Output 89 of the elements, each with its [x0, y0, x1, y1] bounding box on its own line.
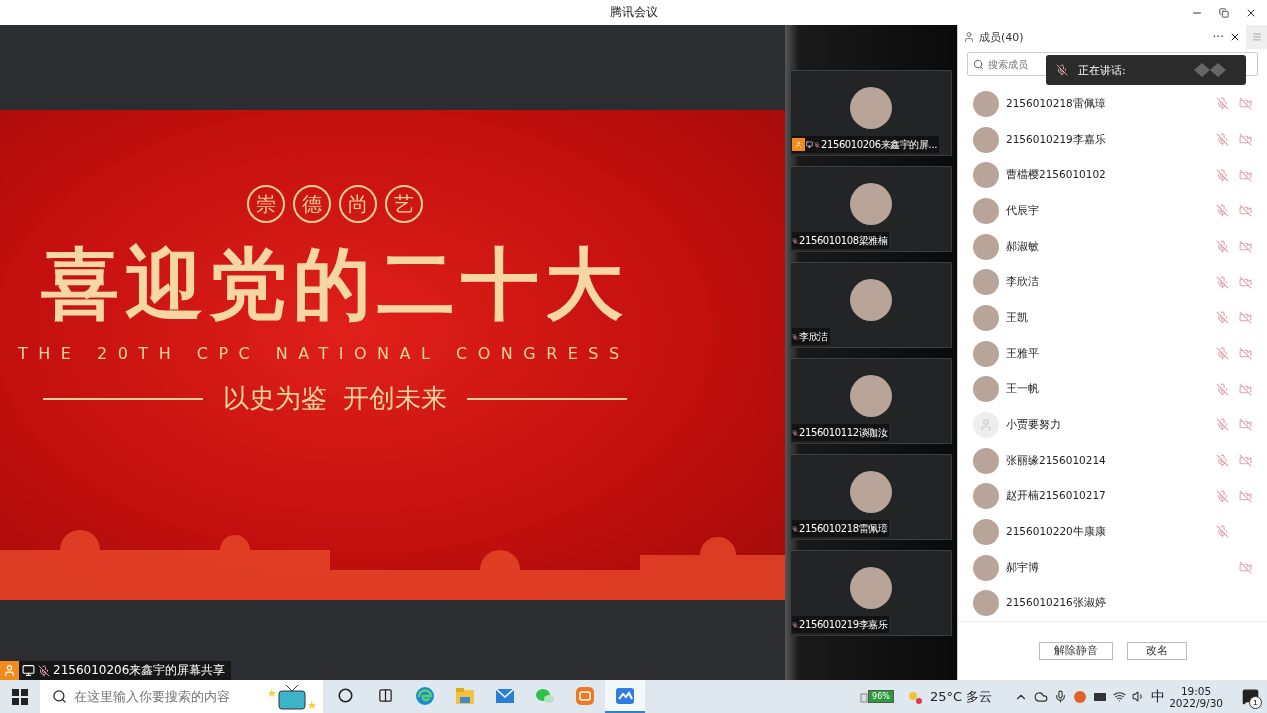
- cloud-icon[interactable]: [1034, 689, 1049, 704]
- participant-name: 2156010219李嘉乐: [799, 617, 888, 632]
- weather-text: 25°C 多云: [929, 687, 993, 706]
- member-name: 代辰宇: [1006, 203, 1040, 218]
- microphone-icon[interactable]: [1054, 690, 1068, 703]
- panel-button[interactable]: 改名: [1126, 642, 1187, 660]
- participant-name: 2156010112谈咖汝: [799, 425, 888, 440]
- member-name: 小贾要努力: [1006, 417, 1062, 432]
- panel-button[interactable]: 解除静音: [1038, 642, 1113, 660]
- slide-subtitle: THE 20TH CPC NATIONAL CONGRESS: [18, 344, 630, 363]
- participant-tile[interactable]: 2156010112谈咖汝: [790, 358, 952, 444]
- member-row[interactable]: 2156010216张淑婷: [958, 585, 1267, 622]
- member-row[interactable]: 小贾要努力: [958, 407, 1267, 443]
- task-view-icon[interactable]: [377, 688, 393, 703]
- slide-headline: 喜迎党的二十大: [41, 237, 629, 331]
- notification-button[interactable]: 1: [1233, 680, 1267, 713]
- member-row[interactable]: 曹檔樱2156010102: [958, 157, 1267, 193]
- tv-illustration: [267, 683, 317, 711]
- slide-slogan: 以史为鉴 开创未来: [222, 382, 448, 415]
- member-name: 王凯: [1006, 310, 1029, 325]
- member-name: 郝淑敏: [1006, 239, 1040, 254]
- person-icon: [963, 31, 975, 43]
- avatar-photo: [850, 87, 892, 129]
- member-row[interactable]: 李欣洁: [958, 264, 1267, 301]
- windows-logo-icon[interactable]: [12, 688, 28, 705]
- member-name: 王一帆: [1006, 382, 1040, 397]
- battery-indicator: 96%: [868, 690, 894, 703]
- taskbar-app-button[interactable]: [605, 680, 645, 713]
- input-method-indicator[interactable]: 中: [1151, 687, 1166, 706]
- member-name: 曹檔樱2156010102: [1006, 168, 1107, 183]
- member-name: 郝宇博: [1006, 560, 1040, 575]
- avatar-photo: [850, 279, 892, 321]
- member-name: 李欣洁: [1006, 275, 1040, 290]
- more-button[interactable]: ···: [1212, 30, 1224, 44]
- member-row[interactable]: 2156010220牛康康: [958, 514, 1267, 550]
- member-row[interactable]: 张丽缘2156010214: [958, 442, 1267, 479]
- wifi-icon[interactable]: [1113, 690, 1127, 703]
- avatar-photo: [850, 567, 892, 609]
- member-row[interactable]: 王一帆: [958, 371, 1267, 408]
- participant-name: 2156010218雷佩璋: [799, 521, 888, 536]
- panel-title: 成员(40): [979, 29, 1025, 45]
- member-row[interactable]: 2156010218雷佩璋: [958, 86, 1267, 122]
- member-name: 2156010218雷佩璋: [1006, 96, 1107, 111]
- member-row[interactable]: 王雅平: [958, 335, 1267, 372]
- participant-name: 李欣洁: [799, 329, 828, 344]
- browser-icon: [415, 685, 435, 706]
- participant-name: 2156010108梁雅楠: [799, 233, 888, 248]
- motto-character: 崇: [247, 185, 285, 223]
- participant-tile[interactable]: 李欣洁: [790, 262, 952, 348]
- motto-character: 尚: [339, 185, 377, 223]
- member-row[interactable]: 郝宇博: [958, 549, 1267, 586]
- folder-icon: [455, 686, 475, 705]
- notification-count: 1: [1249, 696, 1262, 709]
- participant-name: 2156010206来鑫宇的屏...: [821, 137, 937, 152]
- avatar-photo: [850, 471, 892, 513]
- muted-mic-icon: [1056, 64, 1068, 76]
- mail-icon: [495, 687, 515, 704]
- taskbar-search-field[interactable]: 在这里输入你要搜索的内容: [40, 680, 323, 713]
- member-row[interactable]: 王凯: [958, 300, 1267, 336]
- member-name: 赵开楠2156010217: [1006, 489, 1107, 504]
- close-icon[interactable]: [1229, 31, 1241, 43]
- member-name: 张丽缘2156010214: [1006, 453, 1107, 468]
- avatar-photo: [850, 183, 892, 225]
- member-row[interactable]: 郝淑敏: [958, 228, 1267, 265]
- member-name: 王雅平: [1006, 346, 1040, 361]
- member-name: 2156010216张淑婷: [1006, 596, 1107, 611]
- avatar-photo: [850, 375, 892, 417]
- member-row[interactable]: 代辰宇: [958, 193, 1267, 229]
- restore-icon[interactable]: [1219, 7, 1229, 18]
- participant-tile[interactable]: 2156010108梁雅楠: [790, 166, 952, 252]
- plug-icon: [860, 690, 869, 703]
- chat-icon: [535, 686, 555, 705]
- motto-character: 艺: [385, 185, 423, 223]
- participant-tile[interactable]: 2156010206来鑫宇的屏...: [790, 70, 952, 156]
- presenter-label: 2156010206来鑫宇的屏幕共享: [53, 662, 226, 679]
- member-row[interactable]: 2156010219李嘉乐: [958, 121, 1267, 158]
- participant-tile[interactable]: 2156010218雷佩璋: [790, 454, 952, 540]
- meeting-app-icon: [615, 686, 635, 705]
- video-app-icon: [575, 685, 595, 706]
- member-row[interactable]: 赵开楠2156010217: [958, 478, 1267, 515]
- motto-character: 德: [293, 185, 331, 223]
- window-title: 腾讯会议: [609, 4, 658, 21]
- member-name: 2156010220牛康康: [1006, 524, 1107, 539]
- member-name: 2156010219李嘉乐: [1006, 132, 1107, 147]
- clock-time: 19:05: [1180, 684, 1212, 697]
- clock-date: 2022/9/30: [1169, 696, 1223, 709]
- participant-tile[interactable]: 2156010219李嘉乐: [790, 550, 952, 636]
- speaking-label: 正在讲话:: [1078, 62, 1127, 78]
- circle-icon[interactable]: [337, 688, 353, 703]
